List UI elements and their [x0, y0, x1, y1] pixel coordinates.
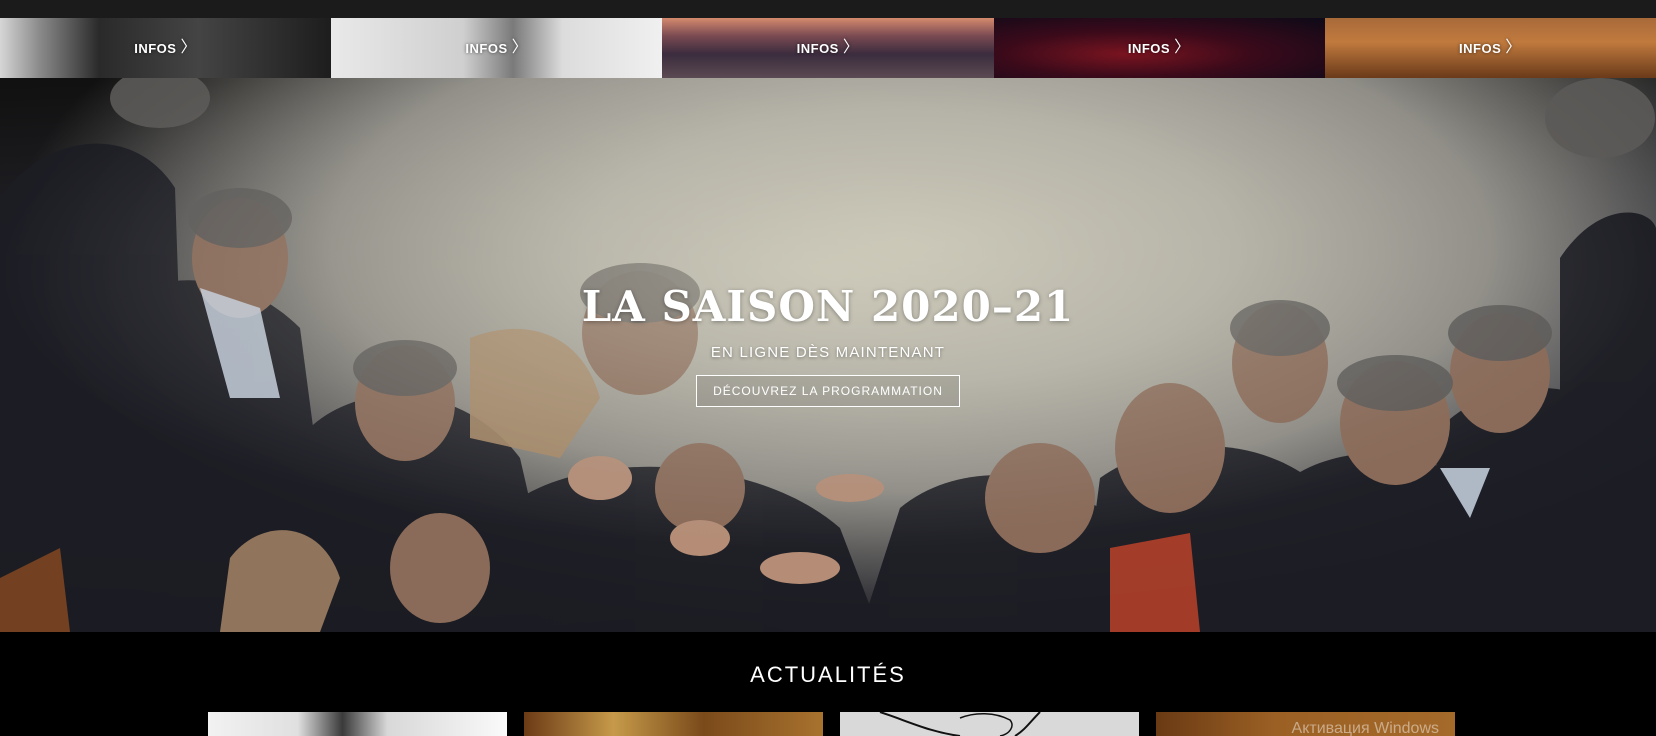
- news-card[interactable]: Активация Windows: [1156, 712, 1455, 736]
- news-card[interactable]: [208, 712, 507, 736]
- infos-label: INFOS: [796, 40, 839, 56]
- os-activation-watermark: Активация Windows: [1291, 720, 1439, 736]
- news-card-illustration: [879, 712, 1041, 736]
- news-section: ACTUALITÉS Активация Windows: [0, 632, 1656, 736]
- show-thumbnail-4[interactable]: INFOS 〉: [993, 18, 1325, 78]
- discover-program-button[interactable]: DÉCOUVREZ LA PROGRAMMATION: [696, 375, 960, 408]
- infos-link[interactable]: INFOS 〉: [797, 40, 860, 56]
- page: INFOS 〉 INFOS 〉 INFOS 〉 INFOS 〉 INFOS 〉 …: [0, 0, 1656, 736]
- infos-label: INFOS: [465, 40, 508, 56]
- show-thumbnail-1[interactable]: INFOS 〉: [0, 18, 332, 78]
- hero-title: LA SAISON 2020–21: [581, 282, 1075, 331]
- news-cards: Активация Windows: [208, 712, 1455, 736]
- top-bar: [0, 0, 1656, 18]
- hero-banner: LA SAISON 2020–21 EN LIGNE DÈS MAINTENAN…: [0, 78, 1656, 632]
- hero-subtitle: EN LIGNE DÈS MAINTENANT: [710, 344, 946, 362]
- infos-link[interactable]: INFOS 〉: [1128, 40, 1191, 56]
- news-card[interactable]: [840, 712, 1139, 736]
- hero-content: LA SAISON 2020–21 EN LIGNE DÈS MAINTENAN…: [0, 282, 1656, 408]
- infos-link[interactable]: INFOS 〉: [1459, 40, 1522, 56]
- show-thumbnail-3[interactable]: INFOS 〉: [662, 18, 994, 78]
- infos-label: INFOS: [1459, 40, 1502, 56]
- chevron-right-icon: 〉: [180, 39, 197, 56]
- news-card[interactable]: [524, 712, 823, 736]
- show-thumbnail-strip: INFOS 〉 INFOS 〉 INFOS 〉 INFOS 〉 INFOS 〉: [0, 18, 1656, 78]
- chevron-right-icon: 〉: [842, 39, 860, 56]
- infos-label: INFOS: [1127, 40, 1171, 56]
- news-heading: ACTUALITÉS: [750, 662, 906, 687]
- show-thumbnail-5[interactable]: INFOS 〉: [1324, 18, 1656, 78]
- infos-label: INFOS: [134, 40, 177, 56]
- show-thumbnail-2[interactable]: INFOS 〉: [331, 18, 663, 78]
- infos-link[interactable]: INFOS 〉: [465, 40, 528, 56]
- infos-link[interactable]: INFOS 〉: [134, 40, 197, 56]
- chevron-right-icon: 〉: [1174, 39, 1191, 56]
- chevron-right-icon: 〉: [1505, 39, 1522, 56]
- chevron-right-icon: 〉: [511, 39, 529, 56]
